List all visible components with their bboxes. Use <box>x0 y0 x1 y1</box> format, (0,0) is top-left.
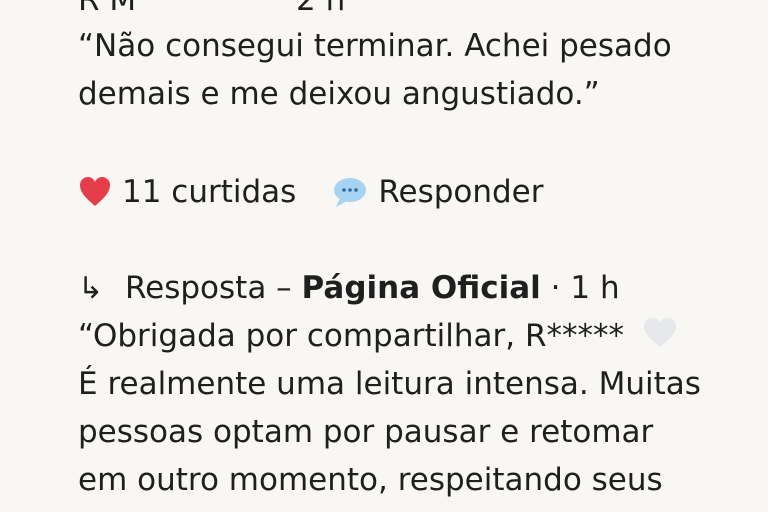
white-heart-icon <box>643 318 676 347</box>
speech-bubble-icon <box>334 178 367 207</box>
reply-time: · 1 h <box>550 270 620 306</box>
reply-text-line-3: pessoas optam por pausar e retomar <box>78 414 654 450</box>
comment-author: R M <box>78 0 137 18</box>
reply-text-line-1-row: “Obrigada por compartilhar, R***** <box>78 312 678 360</box>
likes-count: 11 curtidas <box>122 174 297 210</box>
reply-text-line-4: em outro momento, respeitando seus <box>78 462 663 498</box>
comment-text-line-2: demais e me deixou angustiado.” <box>78 76 600 112</box>
reply-text-line-1: “Obrigada por compartilhar, R***** <box>78 318 624 354</box>
reply-label: Responder <box>378 174 544 210</box>
reply-button[interactable]: Responder <box>332 168 544 216</box>
reply-text-line-2: É realmente uma leitura intensa. Muitas <box>78 366 701 402</box>
reply-author[interactable]: Página Oficial <box>302 270 541 306</box>
reply-prefix: Resposta – <box>125 270 292 306</box>
comment-text-line-1: “Não consegui terminar. Achei pesado <box>78 28 672 64</box>
reply-arrow-icon: ↳ <box>78 271 104 306</box>
reply-header: ↳ Resposta – Página Oficial · 1 h <box>78 264 620 313</box>
comment-time: 2 h <box>296 0 346 18</box>
like-button[interactable]: 11 curtidas <box>78 168 296 216</box>
heart-icon <box>80 177 110 206</box>
comment-header-partial: R M 2 h <box>78 0 345 24</box>
comment-actions: 11 curtidas Responder <box>78 168 544 216</box>
